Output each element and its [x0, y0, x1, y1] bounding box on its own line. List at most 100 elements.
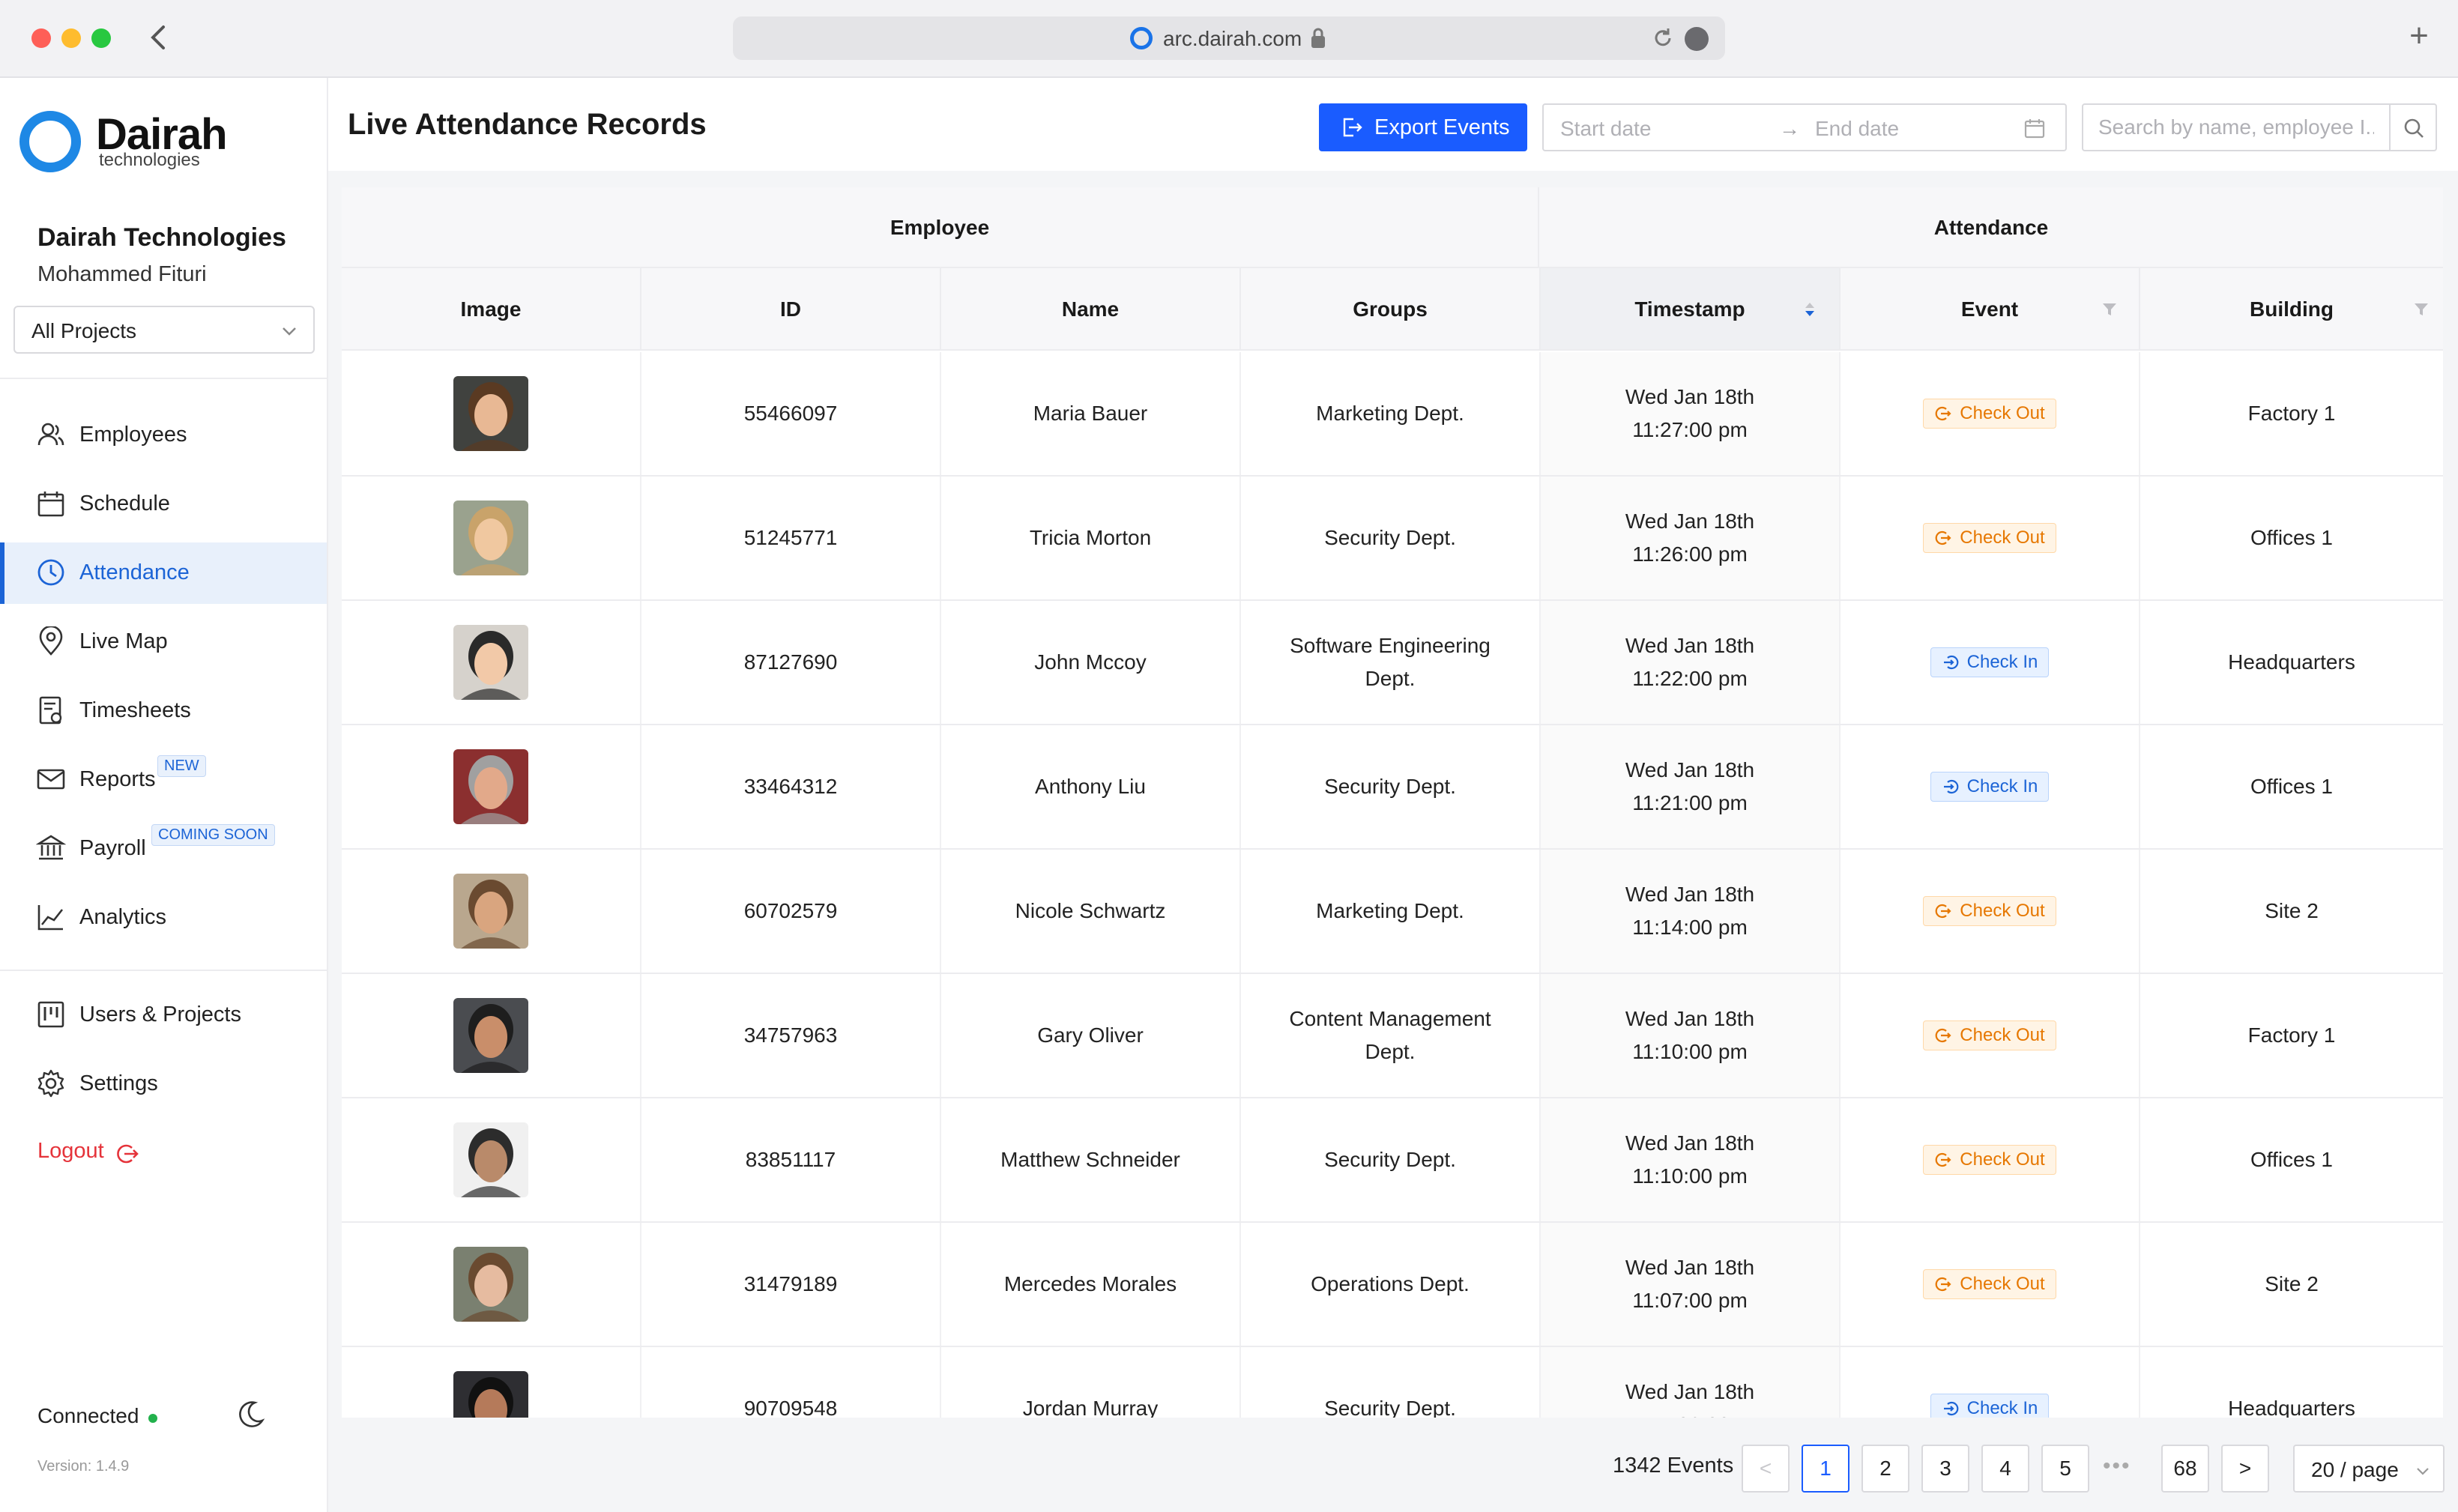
search-input[interactable] — [2082, 103, 2391, 151]
employee-name: Anthony Liu — [941, 725, 1241, 848]
event-cell: Check In — [1841, 601, 2140, 724]
event-badge: Check Out — [1923, 523, 2056, 553]
next-page-button[interactable]: > — [2221, 1445, 2269, 1493]
avatar — [453, 1371, 528, 1418]
sidebar-item-reports[interactable]: Reports NEW — [0, 749, 327, 811]
employee-name: Nicole Schwartz — [941, 850, 1241, 973]
table-row[interactable]: 87127690 John Mccoy Software Engineering D… — [342, 601, 2443, 725]
date-range-picker[interactable]: Start date → End date — [1542, 103, 2067, 151]
sidebar-item-analytics[interactable]: Analytics — [0, 887, 327, 949]
building: Offices 1 — [2250, 1148, 2333, 1171]
event-label: Check Out — [1960, 403, 2045, 423]
minimize-window-button[interactable] — [61, 28, 81, 48]
chevron-down-icon — [2417, 1468, 2429, 1475]
chevron-down-icon — [283, 327, 296, 336]
reload-icon[interactable] — [1652, 27, 1674, 49]
page-button-5[interactable]: 5 — [2041, 1445, 2089, 1493]
table-row[interactable]: 90709548 Jordan Murray Security Dept. Wed J… — [342, 1347, 2443, 1418]
column-header-building: Building — [2140, 268, 2443, 351]
timesheet-icon — [39, 696, 62, 725]
page-button-1[interactable]: 1 — [1802, 1445, 1849, 1493]
image-cell — [342, 850, 641, 973]
address-bar[interactable]: arc.dairah.com — [733, 16, 1725, 60]
sidebar-item-schedule[interactable]: Schedule — [0, 474, 327, 535]
page-ellipsis[interactable]: ••• — [2103, 1454, 2131, 1479]
employee-photo — [461, 1128, 521, 1197]
column-header-name: Name — [941, 268, 1241, 351]
timestamp: Wed Jan 18th 11:07:00 pm — [1541, 1223, 1841, 1346]
prev-page-button[interactable]: < — [1742, 1445, 1790, 1493]
check-out-icon — [1935, 1152, 1951, 1167]
page-size-select[interactable]: 20 / page — [2293, 1445, 2445, 1493]
table-row[interactable]: 51245771 Tricia Morton Security Dept. Wed J… — [342, 477, 2443, 601]
event-label: Check In — [1966, 776, 2038, 796]
employee-group: Security Dept. — [1241, 1347, 1541, 1418]
column-label: ID — [780, 297, 801, 321]
column-label: Event — [1960, 297, 2019, 321]
main-content: Live Attendance Records Export Events St… — [328, 78, 2458, 1512]
arrow-right-icon: → — [1779, 117, 1800, 140]
close-window-button[interactable] — [31, 28, 51, 48]
image-cell — [342, 974, 641, 1097]
table-row[interactable]: 55466097 Maria Bauer Marketing Dept. Wed Ja… — [342, 352, 2443, 477]
timestamp: Wed Jan 18th 11:27:00 pm — [1541, 352, 1841, 475]
event-cell: Check Out — [1841, 1098, 2140, 1221]
event-label: Check In — [1966, 1398, 2038, 1418]
column-header-timestamp[interactable]: Timestamp — [1541, 268, 1841, 351]
table-row[interactable]: 60702579 Nicole Schwartz Marketing Dept. We… — [342, 850, 2443, 974]
page-button-3[interactable]: 3 — [1921, 1445, 1969, 1493]
employee-photo — [461, 1253, 521, 1322]
moon-icon[interactable] — [235, 1400, 265, 1430]
sidebar-item-label: Users & Projects — [79, 1003, 241, 1026]
sort-icon[interactable] — [1802, 301, 1818, 318]
column-label: Timestamp — [1634, 297, 1745, 321]
lock-icon — [1311, 28, 1325, 48]
sidebar-item-settings[interactable]: Settings — [0, 1053, 327, 1115]
chart-line-icon — [37, 905, 64, 931]
sidebar-item-payroll[interactable]: Payroll COMING SOON — [0, 818, 327, 880]
start-date-input[interactable]: Start date — [1560, 117, 1651, 141]
event-badge: Check In — [1930, 647, 2050, 677]
event-cell: Check Out — [1841, 850, 2140, 973]
search-button[interactable] — [2389, 103, 2437, 151]
more-options-icon[interactable] — [1685, 27, 1709, 51]
sidebar-item-timesheets[interactable]: Timesheets — [0, 680, 327, 742]
page-button-last[interactable]: 68 — [2161, 1445, 2209, 1493]
table-row[interactable]: 33464312 Anthony Liu Security Dept. Wed Jan… — [342, 725, 2443, 850]
page-button-2[interactable]: 2 — [1861, 1445, 1909, 1493]
filter-icon[interactable] — [2413, 301, 2430, 318]
maximize-window-button[interactable] — [91, 28, 111, 48]
employee-name: Tricia Morton — [941, 477, 1241, 599]
sidebar-item-live-map[interactable]: Live Map — [0, 611, 327, 673]
check-out-icon — [1935, 530, 1951, 545]
timestamp: Wed Jan 18th 11:10:00 pm — [1541, 974, 1841, 1097]
page-size-value: 20 / page — [2311, 1458, 2399, 1481]
sidebar-item-users-projects[interactable]: Users & Projects — [0, 985, 327, 1046]
end-date-input[interactable]: End date — [1815, 117, 1899, 141]
table-row[interactable]: 31479189 Mercedes Morales Operations Dept.… — [342, 1223, 2443, 1347]
employee-id: 55466097 — [641, 352, 941, 475]
table-row[interactable]: 34757963 Gary Oliver Content Management De… — [342, 974, 2443, 1098]
page-button-4[interactable]: 4 — [1981, 1445, 2029, 1493]
sidebar-item-employees[interactable]: Employees — [0, 405, 327, 466]
column-label: Name — [1061, 297, 1120, 321]
export-events-button[interactable]: Export Events — [1319, 103, 1527, 151]
table-row[interactable]: 83851117 Matthew Schneider Security Dept. W… — [342, 1098, 2443, 1223]
logout-icon[interactable] — [115, 1142, 139, 1166]
sidebar-item-attendance[interactable]: Attendance — [0, 542, 327, 604]
building: Site 2 — [2265, 899, 2319, 922]
check-in-icon — [1943, 655, 1959, 670]
browser-toolbar: arc.dairah.com + — [0, 0, 2458, 78]
url-text: arc.dairah.com — [1163, 27, 1302, 50]
employee-id: 87127690 — [641, 601, 941, 724]
employee-group: Security Dept. — [1241, 725, 1541, 848]
avatar — [453, 749, 528, 824]
search-icon — [2404, 118, 2424, 138]
project-select[interactable]: All Projects — [13, 306, 315, 354]
avatar — [453, 1247, 528, 1322]
new-tab-icon[interactable]: + — [2406, 19, 2433, 52]
back-arrow-icon[interactable] — [147, 22, 169, 52]
filter-icon[interactable] — [2101, 301, 2118, 318]
logout-link[interactable]: Logout — [37, 1139, 104, 1164]
building: Offices 1 — [2250, 526, 2333, 549]
